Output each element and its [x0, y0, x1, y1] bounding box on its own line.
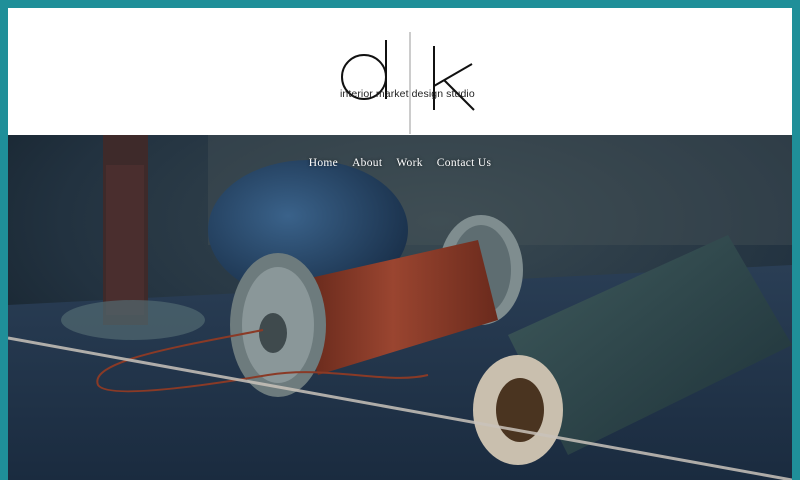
- nav-item-contact-us[interactable]: Contact Us: [437, 157, 491, 169]
- nav-item-about[interactable]: About: [352, 157, 382, 169]
- hero-banner: Home About Work Contact Us: [8, 135, 792, 480]
- main-nav: Home About Work Contact Us: [8, 157, 792, 169]
- site-logo[interactable]: interior market design studio: [326, 18, 492, 136]
- page-frame: interior market design studio Home About…: [0, 0, 800, 480]
- nav-item-work[interactable]: Work: [396, 157, 422, 169]
- logo-tagline: interior market design studio: [340, 88, 475, 100]
- logo-mark: [341, 32, 475, 134]
- nav-item-home[interactable]: Home: [309, 157, 338, 169]
- hero-image: [8, 135, 792, 480]
- site-header: interior market design studio: [8, 8, 792, 136]
